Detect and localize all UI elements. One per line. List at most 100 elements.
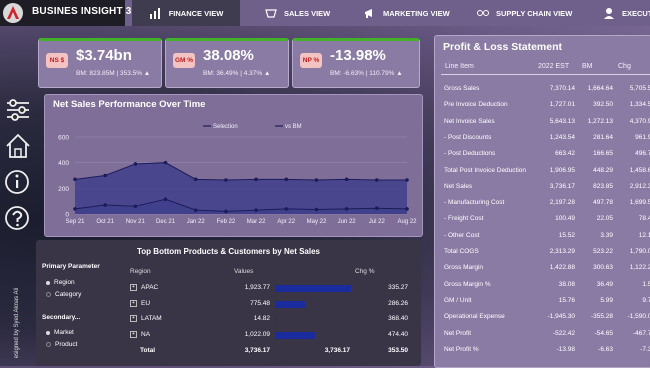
data-point [344, 207, 349, 211]
legend-label: vs BM [285, 124, 302, 130]
pl-row[interactable]: Total COGS 2,313.29 523.22 1,790.07 [435, 248, 650, 264]
tab-sales-view[interactable]: SALES VIEW [264, 0, 330, 26]
panel-title: Top Bottom Products & Customers by Net S… [137, 247, 320, 256]
marketing-icon [365, 9, 372, 18]
expand-icon[interactable]: + [130, 299, 137, 307]
table-row[interactable]: + EU 775.48 286.26 [128, 299, 418, 312]
pl-row[interactable]: GM / Unit 15.76 5.99 9.77 [435, 297, 650, 313]
tab-label: SUPPLY CHAIN VIEW [496, 8, 573, 18]
pl-header-bm[interactable]: BM [582, 63, 593, 70]
pl-bm: 281.64 [593, 133, 613, 141]
option-label: Region [54, 279, 75, 286]
tab-supply-chain-view[interactable]: SUPPLY CHAIN VIEW [476, 0, 572, 26]
pl-est: -522.42 [552, 329, 575, 337]
table-row[interactable]: + APAC 1,923.77 335.27 [128, 284, 418, 296]
x-tick-label: Sep 21 [65, 219, 85, 225]
pl-chg: 1,699.50 [629, 199, 650, 207]
kpi-net-sales-card[interactable]: NS $ $3.74bn BM: 823.85M | 353.5% ▲ [38, 38, 162, 88]
pl-row[interactable]: - Other Cost 15.52 3.39 12.14 [435, 232, 650, 248]
pl-chg: 961.90 [635, 133, 650, 141]
data-point [73, 207, 77, 211]
pl-line-item: Net Profit % [444, 345, 479, 353]
pl-row[interactable]: - Manufacturing Cost 2,197.28 497.78 1,699.… [435, 199, 650, 215]
pl-line-item: Gross Sales [444, 85, 480, 92]
pl-chg: 9.77 [642, 296, 650, 304]
info-icon[interactable] [4, 168, 32, 196]
net-sales-area-chart[interactable]: 0 200 400 600 Sep 21 Oct 21 Nov 21 Dec 21 Jan 22… [45, 95, 422, 236]
pl-row[interactable]: Pre Invoice Deduction 1,727.01 392.50 1,334… [435, 101, 650, 117]
tab-label: MARKETING VIEW [383, 8, 450, 18]
tab-label: SALES VIEW [284, 8, 331, 18]
pl-row[interactable]: Gross Margin % 38.08 36.49 1.59 [435, 281, 650, 297]
kpi-net-profit-card[interactable]: NP % -13.98% BM: -6.63% | 110.79% ▲ [292, 38, 420, 88]
expand-icon[interactable]: + [130, 330, 137, 338]
column-header-chg[interactable]: Chg % [355, 268, 375, 275]
option-label: Market [54, 329, 74, 336]
pl-row[interactable]: Net Sales 3,736.17 823.85 2,912.32 [435, 183, 650, 199]
table-total-row: Total 3,736.17 3,736.17 353.50 [128, 347, 418, 359]
table-row[interactable]: + NA 1,022.09 474.40 [128, 330, 418, 343]
pl-row[interactable]: Net Invoice Sales 5,643.13 1,272.13 4,370.9… [435, 118, 650, 134]
x-tick-label: Jul 22 [369, 219, 386, 225]
pl-row[interactable]: Net Profit -522.42 -54.65 -467.77 [435, 330, 650, 346]
pl-chg: -1,590.02 [627, 313, 650, 321]
pl-line-item: - Freight Cost [444, 215, 484, 223]
value-bar [275, 285, 351, 292]
pl-row[interactable]: - Freight Cost 100.49 22.05 78.44 [435, 215, 650, 231]
designer-credit: esigned by Syed Aknas Ali [14, 287, 21, 359]
executive-icon [604, 8, 614, 19]
table-row[interactable]: + LATAM 14.82 368.40 [128, 315, 418, 327]
pl-bm: -6.63 [598, 345, 613, 353]
slicer-option-region[interactable]: Region [46, 279, 75, 286]
row-chg: 335.27 [388, 284, 408, 291]
pl-est: 3,736.17 [549, 182, 575, 190]
sidebar [4, 96, 32, 232]
total-chg: 353.50 [388, 347, 408, 354]
pl-line-item: Net Sales [444, 182, 473, 190]
kpi-gross-margin-card[interactable]: GM % 38.08% BM: 36.49% | 4.37% ▲ [165, 38, 289, 88]
pl-bm: 1,272.13 [587, 117, 613, 125]
secondary-parameter-title: Secondary... [42, 314, 81, 321]
help-icon[interactable] [4, 204, 32, 232]
row-region: + APAC [130, 284, 158, 291]
home-icon[interactable] [4, 132, 32, 160]
pl-row[interactable]: - Post Deductions 663.42 166.65 496.77 [435, 150, 650, 166]
pl-header-line-item[interactable]: Line Item [445, 63, 474, 70]
row-region: + EU [130, 299, 150, 307]
pl-row[interactable]: Gross Margin 1,422.88 300.63 1,122.25 [435, 264, 650, 280]
pl-header-est[interactable]: 2022 EST [538, 63, 569, 70]
finance-icon [149, 8, 160, 19]
tab-executive-view[interactable]: EXECUTIV [602, 0, 650, 26]
pl-row[interactable]: Total Post Invoice Deduction 1,906.95 448.… [435, 167, 650, 183]
pl-chg: 1,790.07 [629, 248, 650, 255]
tab-label: EXECUTIV [622, 8, 650, 18]
pl-row[interactable]: Operational Expense -1,945.30 -355.28 -1,59… [435, 313, 650, 329]
tab-finance-view[interactable]: FINANCE VIEW [132, 0, 240, 26]
pl-line-item: Total Post Invoice Deduction [444, 166, 527, 174]
pl-header-divider [441, 74, 650, 75]
column-header-region[interactable]: Region [130, 268, 151, 275]
pl-row[interactable]: Gross Sales 7,370.14 1,664.64 5,705.50 [435, 85, 650, 101]
option-label: Product [55, 341, 78, 348]
pl-row[interactable]: - Post Discounts 1,243.54 281.64 961.90 [435, 134, 650, 150]
slicer-option-category[interactable]: Category [46, 291, 81, 298]
pl-est: 100.49 [555, 215, 575, 223]
slicer-option-market[interactable]: Market [46, 329, 74, 336]
column-header-values[interactable]: Values [234, 268, 253, 275]
pl-chg: 1,334.51 [629, 101, 650, 109]
pl-chg: 1,458.67 [629, 166, 650, 174]
settings-sliders-icon[interactable] [4, 96, 32, 124]
pl-header-chg[interactable]: Chg [618, 63, 631, 70]
kpi-value: 38.08% [203, 47, 254, 64]
expand-icon[interactable]: + [130, 284, 137, 291]
pl-row[interactable]: Net Profit % -13.98 -6.63 -7.35 [435, 346, 650, 362]
slicer-option-product[interactable]: Product [46, 341, 77, 348]
expand-icon[interactable]: + [130, 315, 137, 322]
radio-unselected-icon [46, 342, 51, 347]
tab-marketing-view[interactable]: MARKETING VIEW [363, 0, 450, 26]
kpi-badge: GM % [173, 53, 195, 68]
row-value: 1,923.77 [244, 284, 270, 291]
x-tick-label: Feb 22 [217, 219, 236, 225]
data-point [254, 177, 258, 182]
pl-chg: 2,912.32 [629, 182, 650, 190]
